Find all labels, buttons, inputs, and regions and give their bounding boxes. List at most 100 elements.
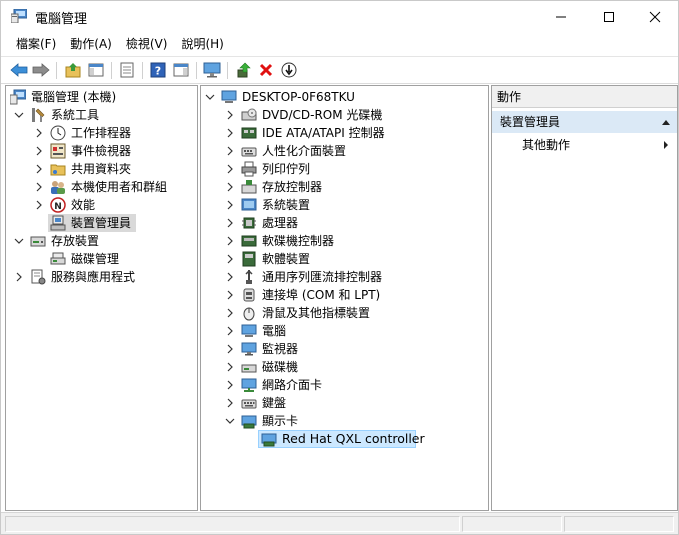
up-folder-icon[interactable] xyxy=(62,59,84,81)
menu-view[interactable]: 檢視(V) xyxy=(119,33,175,55)
device-root-computer[interactable]: DESKTOP-0F68TKU xyxy=(201,88,488,106)
device-category-hid[interactable]: 人性化介面裝置 xyxy=(201,142,488,160)
tree-label: 效能 xyxy=(71,198,96,212)
chevron-right-icon[interactable] xyxy=(34,200,44,210)
forward-icon[interactable] xyxy=(30,59,52,81)
chevron-right-icon[interactable] xyxy=(225,308,235,318)
tree-item-device-manager[interactable]: 裝置管理員 xyxy=(6,214,197,232)
chevron-right-icon[interactable] xyxy=(225,200,235,210)
device-category-computer[interactable]: 電腦 xyxy=(201,322,488,340)
chevron-right-icon[interactable] xyxy=(225,254,235,264)
chevron-right-icon[interactable] xyxy=(225,182,235,192)
tree-item-event-viewer[interactable]: 事件檢視器 xyxy=(6,142,197,160)
status-cell-2 xyxy=(462,516,562,532)
device-category-label: 電腦 xyxy=(262,324,287,338)
chevron-right-icon[interactable] xyxy=(34,146,44,156)
menu-file[interactable]: 檔案(F) xyxy=(9,33,63,55)
device-category-ports[interactable]: 連接埠 (COM 和 LPT) xyxy=(201,286,488,304)
submenu-arrow-icon[interactable] xyxy=(662,136,670,157)
device-category-monitors[interactable]: 監視器 xyxy=(201,340,488,358)
actions-section-label: 裝置管理員 xyxy=(500,115,561,129)
actions-section-device-manager[interactable]: 裝置管理員 xyxy=(492,111,677,133)
device-category-label: 網路介面卡 xyxy=(262,378,323,392)
device-category-display-adapters[interactable]: 顯示卡 xyxy=(201,412,488,430)
computer-icon xyxy=(221,89,237,105)
chevron-right-icon[interactable] xyxy=(34,164,44,174)
chevron-right-icon[interactable] xyxy=(34,182,44,192)
performance-icon: N xyxy=(50,197,66,213)
device-category-mice[interactable]: 滑鼠及其他指標裝置 xyxy=(201,304,488,322)
tree-label: 事件檢視器 xyxy=(71,144,132,158)
chevron-right-icon[interactable] xyxy=(225,110,235,120)
computer-icon xyxy=(241,323,257,339)
device-category-disk-drives[interactable]: 磁碟機 xyxy=(201,358,488,376)
device-category-print-queue[interactable]: 列印佇列 xyxy=(201,160,488,178)
device-category-floppy-controllers[interactable]: 軟碟機控制器 xyxy=(201,232,488,250)
chevron-right-icon[interactable] xyxy=(225,164,235,174)
update-driver-icon[interactable] xyxy=(233,59,255,81)
device-category-software-devices[interactable]: 軟體裝置 xyxy=(201,250,488,268)
device-category-network-adapters[interactable]: 網路介面卡 xyxy=(201,376,488,394)
uninstall-icon[interactable] xyxy=(255,59,277,81)
maximize-button[interactable] xyxy=(586,1,632,32)
chevron-down-icon[interactable] xyxy=(205,92,215,102)
device-category-processors[interactable]: 處理器 xyxy=(201,214,488,232)
tree-item-task-scheduler[interactable]: 工作排程器 xyxy=(6,124,197,142)
storage-controller-icon xyxy=(241,179,257,195)
chevron-right-icon[interactable] xyxy=(225,272,235,282)
tree-item-services-apps[interactable]: 服務與應用程式 xyxy=(6,268,197,286)
chevron-down-icon[interactable] xyxy=(14,110,24,120)
tree-item-root[interactable]: 電腦管理 (本機) xyxy=(6,88,197,106)
device-category-ide-ata-atapi[interactable]: IDE ATA/ATAPI 控制器 xyxy=(201,124,488,142)
svg-text:N: N xyxy=(54,202,62,212)
device-category-usb-controllers[interactable]: 通用序列匯流排控制器 xyxy=(201,268,488,286)
tree-item-local-users-groups[interactable]: 本機使用者和群組 xyxy=(6,178,197,196)
chevron-right-icon[interactable] xyxy=(225,362,235,372)
tree-label: 電腦管理 (本機) xyxy=(31,90,117,104)
menu-help[interactable]: 說明(H) xyxy=(174,33,230,55)
chevron-right-icon[interactable] xyxy=(225,236,235,246)
status-cell-main xyxy=(5,516,460,532)
device-item-red-hat-qxl[interactable]: Red Hat QXL controller xyxy=(201,430,488,448)
chevron-right-icon[interactable] xyxy=(225,344,235,354)
printer-queue-icon xyxy=(241,161,257,177)
device-category-label: 處理器 xyxy=(262,216,299,230)
tree-item-shared-folders[interactable]: 共用資料夾 xyxy=(6,160,197,178)
disable-device-icon[interactable] xyxy=(278,59,300,81)
properties-icon[interactable] xyxy=(116,59,138,81)
chevron-right-icon[interactable] xyxy=(225,398,235,408)
show-action-pane-icon[interactable] xyxy=(170,59,192,81)
minimize-button[interactable] xyxy=(538,1,584,32)
tree-item-performance[interactable]: N 效能 xyxy=(6,196,197,214)
services-icon xyxy=(30,269,46,285)
tree-item-system-tools[interactable]: 系統工具 xyxy=(6,106,197,124)
chevron-right-icon[interactable] xyxy=(14,272,24,282)
tree-item-storage[interactable]: 存放裝置 xyxy=(6,232,197,250)
action-more-actions[interactable]: 其他動作 xyxy=(522,136,570,154)
console-tree-pane: 電腦管理 (本機) 系統工具 工作排程器 事件檢視器 共用資料夾 本機使用者和群… xyxy=(5,85,198,511)
help-icon[interactable]: ? xyxy=(147,59,169,81)
chevron-right-icon[interactable] xyxy=(225,326,235,336)
device-category-dvd-cdrom[interactable]: DVD/CD-ROM 光碟機 xyxy=(201,106,488,124)
tree-item-disk-management[interactable]: 磁碟管理 xyxy=(6,250,197,268)
chevron-right-icon[interactable] xyxy=(225,146,235,156)
chevron-right-icon[interactable] xyxy=(225,290,235,300)
device-category-label: 系統裝置 xyxy=(262,198,311,212)
chevron-right-icon[interactable] xyxy=(225,380,235,390)
back-icon[interactable] xyxy=(8,59,30,81)
menu-action[interactable]: 動作(A) xyxy=(63,33,119,55)
chevron-right-icon[interactable] xyxy=(225,128,235,138)
chevron-right-icon[interactable] xyxy=(225,218,235,228)
close-button[interactable] xyxy=(632,1,678,32)
computer-management-icon xyxy=(9,89,27,105)
chevron-right-icon[interactable] xyxy=(34,128,44,138)
chevron-down-icon[interactable] xyxy=(14,236,24,246)
device-category-storage-controllers[interactable]: 存放控制器 xyxy=(201,178,488,196)
monitor-icon[interactable] xyxy=(201,59,223,81)
chevron-down-icon[interactable] xyxy=(225,416,235,426)
device-category-label: 滑鼠及其他指標裝置 xyxy=(262,306,371,320)
device-category-system-devices[interactable]: 系統裝置 xyxy=(201,196,488,214)
device-category-label: DVD/CD-ROM 光碟機 xyxy=(262,108,383,122)
show-hide-tree-icon[interactable] xyxy=(85,59,107,81)
device-category-keyboards[interactable]: 鍵盤 xyxy=(201,394,488,412)
